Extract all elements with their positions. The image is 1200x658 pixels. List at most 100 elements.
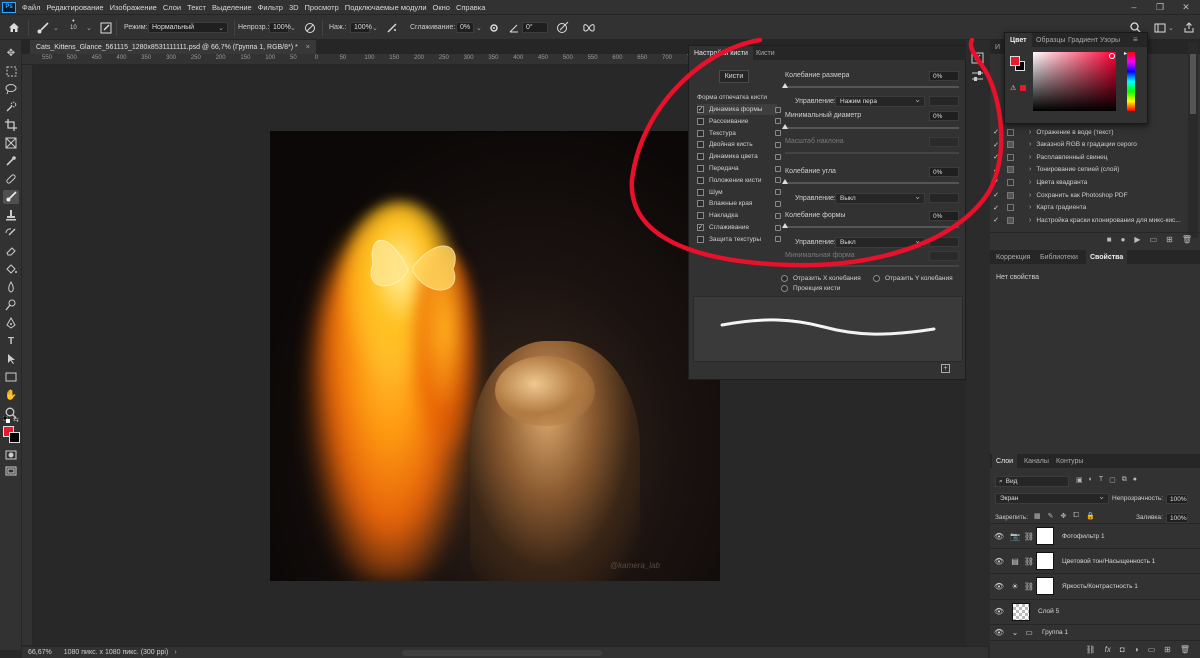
lock-icon[interactable]	[775, 212, 781, 219]
roundness-jitter-slider[interactable]	[782, 223, 959, 228]
swap-colors-icon[interactable]: ⇆	[13, 416, 19, 424]
eye-visibility-icon[interactable]: 👁	[990, 582, 1008, 591]
default-colors-icon[interactable]	[2, 415, 10, 423]
eye-visibility-icon[interactable]: 👁	[990, 628, 1008, 637]
hue-slider-handle-icon[interactable]: ▸	[1124, 50, 1127, 57]
brush-option-checkbox[interactable]	[697, 200, 704, 208]
gamut-color-swatch[interactable]	[1020, 85, 1026, 91]
layer-row[interactable]: 👁 ⌄ ▭ Группа 1	[990, 623, 1200, 640]
brush-option-checkbox[interactable]	[697, 129, 704, 137]
record-icon[interactable]: ●	[1121, 235, 1126, 244]
layer-row[interactable]: 👁 ☀ ⛓ Яркость/Контрастность 1	[990, 573, 1200, 598]
min-roundness-input[interactable]	[929, 251, 959, 261]
layer-name[interactable]: Цветовой тон/Насыщенность 1	[1062, 558, 1155, 565]
history-tab-partial[interactable]: И	[995, 40, 1000, 54]
flip-x-checkbox[interactable]: Отразить X колебания	[781, 275, 861, 282]
hand-tool-icon[interactable]: ✋	[3, 388, 19, 402]
layer-style-fx-icon[interactable]: fx	[1105, 645, 1111, 654]
tab-channels[interactable]: Каналы	[1024, 454, 1049, 468]
path-select-tool-icon[interactable]	[3, 352, 19, 366]
pressure-input[interactable]: 100%	[350, 22, 372, 33]
brush-angle-input[interactable]: 0°	[522, 22, 548, 33]
link-layers-icon[interactable]: ⛓	[1086, 645, 1096, 654]
chevron-down-icon[interactable]: ⌄	[1008, 628, 1022, 637]
flip-y-checkbox[interactable]: Отразить Y колебания	[873, 275, 953, 282]
add-mask-icon[interactable]: ◘	[1120, 645, 1125, 654]
color-picker-cursor[interactable]	[1109, 53, 1115, 59]
smart-object-filter-icon[interactable]: ⧉	[1122, 476, 1127, 484]
adjustment-filter-icon[interactable]: ◐	[1089, 476, 1093, 484]
action-item[interactable]: ✓ › Заказной RGB в градации серого	[990, 139, 1186, 151]
tab-layers[interactable]: Слои	[992, 454, 1018, 468]
foreground-swatch[interactable]	[1010, 56, 1020, 66]
action-item[interactable]: ✓ › Тонирование сепией (слой)	[990, 164, 1186, 176]
quick-mask-icon[interactable]	[3, 448, 19, 462]
gamut-warning-icon[interactable]: ⚠	[1010, 84, 1016, 92]
tab-adjustments[interactable]: Коррекция	[996, 250, 1030, 264]
eye-visibility-icon[interactable]: 👁	[990, 532, 1008, 541]
move-tool-icon[interactable]: ✥	[3, 46, 19, 60]
roundness-jitter-input[interactable]: 0%	[929, 211, 959, 221]
angle-jitter-slider[interactable]	[782, 179, 959, 184]
menu-type[interactable]: Текст	[184, 3, 209, 12]
healing-brush-tool-icon[interactable]	[3, 172, 19, 186]
smoothing-input[interactable]: 0%	[456, 22, 474, 33]
brush-option-item[interactable]: Передача	[697, 163, 781, 174]
lock-transparency-icon[interactable]: ▦	[1034, 512, 1041, 520]
tab-patterns[interactable]: Узоры	[1095, 33, 1125, 47]
brush-option-checkbox[interactable]	[697, 212, 704, 220]
action-toggle-check-icon[interactable]: ✓	[990, 141, 1002, 149]
chevron-right-icon[interactable]: ›	[1029, 129, 1031, 136]
paint-bucket-tool-icon[interactable]	[3, 262, 19, 276]
min-diameter-input[interactable]: 0%	[929, 111, 959, 121]
lock-icon[interactable]	[775, 177, 781, 184]
action-toggle-check-icon[interactable]: ✓	[990, 178, 1002, 186]
menu-window[interactable]: Окно	[430, 3, 453, 12]
history-scrollbar[interactable]	[1188, 42, 1198, 238]
control-extra-field-3[interactable]	[929, 237, 959, 247]
airbrush-icon[interactable]	[386, 19, 398, 36]
menu-help[interactable]: Справка	[453, 3, 488, 12]
chevron-right-icon[interactable]: ›	[1029, 217, 1031, 224]
control-extra-field-1[interactable]	[929, 96, 959, 106]
layer-mask-thumbnail[interactable]	[1036, 577, 1054, 596]
menu-3d[interactable]: 3D	[286, 3, 302, 12]
tab-libraries[interactable]: Библиотеки	[1040, 250, 1078, 264]
eraser-tool-icon[interactable]	[3, 244, 19, 258]
layer-row[interactable]: 👁 Слой 5	[990, 598, 1200, 624]
brush-option-item[interactable]: ✓ Динамика формы	[697, 104, 781, 115]
blur-tool-icon[interactable]	[3, 280, 19, 294]
eye-visibility-icon[interactable]: 👁	[990, 607, 1008, 616]
screen-mode-icon[interactable]	[3, 464, 19, 478]
layer-row[interactable]: 👁 📷 ⛓ Фотофильтр 1	[990, 523, 1200, 548]
eye-visibility-icon[interactable]: 👁	[990, 557, 1008, 566]
pixel-filter-icon[interactable]: ▣	[1076, 476, 1083, 484]
projection-checkbox[interactable]: Проекция кисти	[781, 285, 840, 292]
brush-option-item[interactable]: Шум	[697, 187, 781, 198]
mask-link-icon[interactable]: ⛓	[1022, 532, 1036, 541]
lock-icon[interactable]	[775, 189, 781, 196]
lock-icon[interactable]	[775, 153, 781, 160]
brush-tool-icon[interactable]	[3, 190, 19, 204]
brush-option-item[interactable]: Накладка	[697, 210, 781, 221]
new-brush-preset-icon[interactable]: +	[941, 364, 950, 373]
chevron-down-icon[interactable]: ⌄	[290, 19, 296, 36]
action-toggle-check-icon[interactable]: ✓	[990, 166, 1002, 174]
brushes-button[interactable]: Кисти	[719, 70, 749, 83]
layer-mask-thumbnail[interactable]	[1036, 552, 1054, 571]
brush-option-checkbox[interactable]	[697, 165, 704, 172]
new-action-icon[interactable]: ⊞	[1166, 235, 1173, 244]
share-icon[interactable]	[1184, 19, 1194, 36]
brush-option-checkbox[interactable]: ✓	[697, 224, 704, 231]
shape-filter-icon[interactable]: ▢	[1109, 476, 1116, 484]
brush-option-checkbox[interactable]: ✓	[697, 106, 704, 113]
lock-icon[interactable]	[775, 200, 781, 207]
dialog-toggle-icon[interactable]	[1007, 141, 1014, 149]
action-item[interactable]: ✓ › Расплавленный свинец	[990, 151, 1186, 163]
quick-select-tool-icon[interactable]	[3, 100, 19, 114]
brush-option-checkbox[interactable]	[697, 176, 704, 184]
tilt-scale-slider[interactable]	[785, 152, 959, 154]
clone-stamp-tool-icon[interactable]	[3, 208, 19, 222]
layer-mask-thumbnail[interactable]	[1036, 527, 1054, 545]
control-extra-field-2[interactable]	[929, 193, 959, 203]
